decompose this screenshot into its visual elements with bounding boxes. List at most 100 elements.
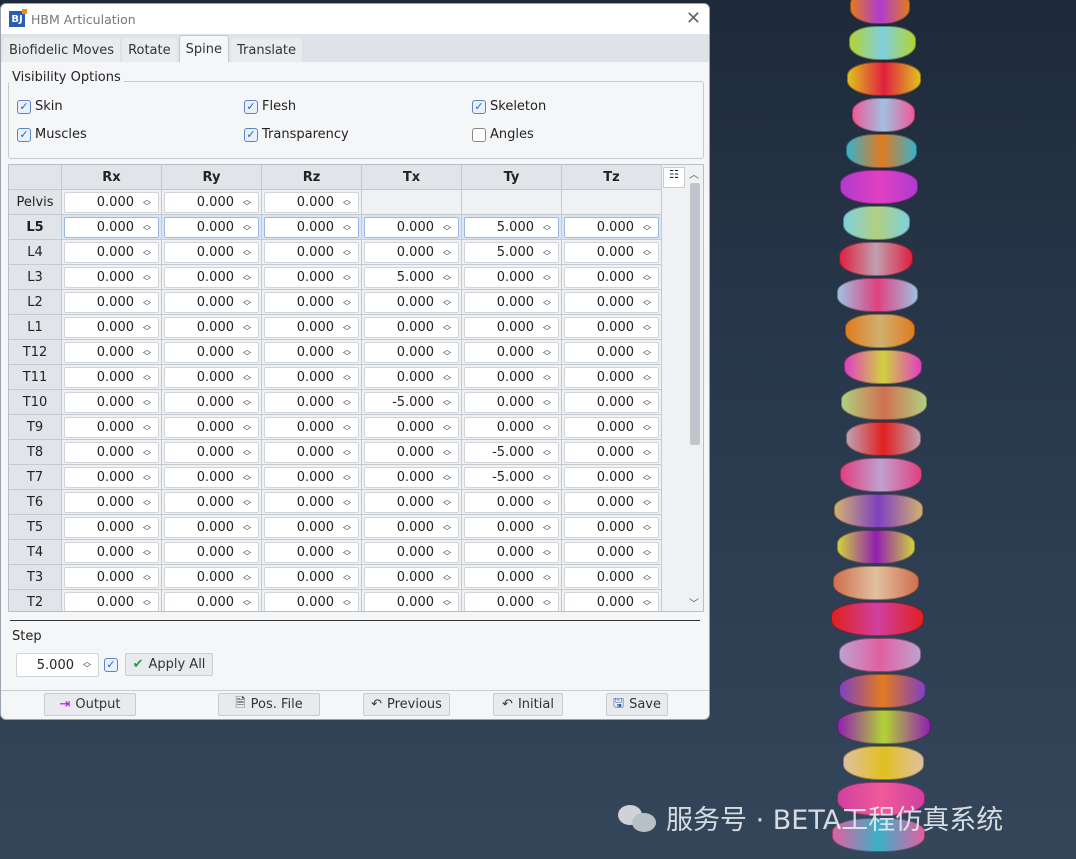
row-header-t11[interactable]: T11: [9, 365, 62, 390]
row-header-l5[interactable]: L5: [9, 215, 62, 240]
value-spinbox[interactable]: 0.000 ︿ ﹀: [264, 567, 359, 588]
value-spinbox[interactable]: 0.000 ︿ ﹀: [564, 217, 659, 238]
value-spinbox[interactable]: 0.000 ︿ ﹀: [364, 342, 459, 363]
spin-arrows-icon[interactable]: ︿ ﹀: [340, 370, 354, 385]
spin-arrows-icon[interactable]: ︿ ﹀: [140, 420, 154, 435]
value-spinbox[interactable]: 0.000 ︿ ﹀: [64, 567, 159, 588]
value-spinbox[interactable]: 0.000 ︿ ﹀: [464, 567, 559, 588]
value-spinbox[interactable]: 0.000 ︿ ﹀: [464, 292, 559, 313]
row-header-l2[interactable]: L2: [9, 290, 62, 315]
value-spinbox[interactable]: 0.000 ︿ ﹀: [264, 217, 359, 238]
value-spinbox[interactable]: 0.000 ︿ ﹀: [564, 392, 659, 413]
value-spinbox[interactable]: 0.000 ︿ ﹀: [564, 517, 659, 538]
value-spinbox[interactable]: 0.000 ︿ ﹀: [164, 567, 259, 588]
row-header-t5[interactable]: T5: [9, 515, 62, 540]
spin-arrows-icon[interactable]: ︿ ﹀: [640, 445, 654, 460]
spin-arrows-icon[interactable]: ︿ ﹀: [640, 495, 654, 510]
spin-arrows-icon[interactable]: ︿ ﹀: [440, 370, 454, 385]
tab-rotate[interactable]: Rotate: [122, 38, 177, 62]
value-spinbox[interactable]: 0.000 ︿ ﹀: [264, 517, 359, 538]
checkbox-muscles[interactable]: ✓ Muscles: [17, 127, 87, 142]
spin-arrows-icon[interactable]: ︿ ﹀: [340, 495, 354, 510]
close-icon[interactable]: ✕: [686, 8, 701, 29]
spin-arrows-icon[interactable]: ︿ ﹀: [240, 470, 254, 485]
spin-arrows-icon[interactable]: ︿ ﹀: [640, 320, 654, 335]
value-spinbox[interactable]: 0.000 ︿ ﹀: [564, 567, 659, 588]
apply-all-button[interactable]: ✔ Apply All: [125, 653, 213, 676]
checkbox-skeleton[interactable]: ✓ Skeleton: [472, 99, 546, 114]
value-spinbox[interactable]: 0.000 ︿ ﹀: [564, 267, 659, 288]
value-spinbox[interactable]: 0.000 ︿ ﹀: [64, 342, 159, 363]
spin-arrows-icon[interactable]: ︿ ﹀: [440, 570, 454, 585]
value-spinbox[interactable]: 0.000 ︿ ﹀: [64, 217, 159, 238]
spin-arrows-icon[interactable]: ︿ ﹀: [240, 495, 254, 510]
spin-arrows-icon[interactable]: ︿ ﹀: [440, 345, 454, 360]
value-spinbox[interactable]: 0.000 ︿ ﹀: [164, 267, 259, 288]
spin-arrows-icon[interactable]: ︿ ﹀: [340, 545, 354, 560]
value-spinbox[interactable]: 0.000 ︿ ﹀: [164, 542, 259, 563]
value-spinbox[interactable]: 0.000 ︿ ﹀: [64, 192, 159, 213]
value-spinbox[interactable]: 0.000 ︿ ﹀: [64, 467, 159, 488]
spin-arrows-icon[interactable]: ︿ ﹀: [440, 520, 454, 535]
spin-arrows-icon[interactable]: ︿ ﹀: [540, 445, 554, 460]
spin-arrows-icon[interactable]: ︿ ﹀: [140, 445, 154, 460]
value-spinbox[interactable]: 0.000 ︿ ﹀: [364, 467, 459, 488]
spin-arrows-icon[interactable]: ︿ ﹀: [140, 370, 154, 385]
checkbox-icon[interactable]: ✓: [17, 127, 31, 142]
value-spinbox[interactable]: 0.000 ︿ ﹀: [164, 367, 259, 388]
tab-spine[interactable]: Spine: [178, 35, 229, 62]
spin-arrows-icon[interactable]: ︿ ﹀: [140, 295, 154, 310]
spin-arrows-icon[interactable]: ︿ ﹀: [440, 395, 454, 410]
spin-arrows-icon[interactable]: ︿ ﹀: [240, 395, 254, 410]
spin-arrows-icon[interactable]: ︿ ﹀: [540, 520, 554, 535]
spin-arrows-icon[interactable]: ︿ ﹀: [340, 345, 354, 360]
row-header-t12[interactable]: T12: [9, 340, 62, 365]
checkbox-angles[interactable]: Angles: [472, 127, 534, 142]
value-spinbox[interactable]: 0.000 ︿ ﹀: [464, 317, 559, 338]
spin-arrows-icon[interactable]: ︿ ﹀: [540, 470, 554, 485]
spin-arrows-icon[interactable]: ︿ ﹀: [240, 595, 254, 610]
row-header-t3[interactable]: T3: [9, 565, 62, 590]
value-spinbox[interactable]: 0.000 ︿ ﹀: [64, 267, 159, 288]
value-spinbox[interactable]: 0.000 ︿ ﹀: [364, 242, 459, 263]
spin-arrows-icon[interactable]: ︿ ﹀: [240, 270, 254, 285]
value-spinbox[interactable]: 0.000 ︿ ﹀: [364, 292, 459, 313]
value-spinbox[interactable]: 0.000 ︿ ﹀: [164, 342, 259, 363]
spin-arrows-icon[interactable]: ︿ ﹀: [240, 570, 254, 585]
row-header-l3[interactable]: L3: [9, 265, 62, 290]
value-spinbox[interactable]: 0.000 ︿ ﹀: [64, 367, 159, 388]
spin-arrows-icon[interactable]: ︿ ﹀: [640, 395, 654, 410]
value-spinbox[interactable]: 0.000 ︿ ﹀: [64, 542, 159, 563]
value-spinbox[interactable]: 0.000 ︿ ﹀: [164, 292, 259, 313]
value-spinbox[interactable]: 0.000 ︿ ﹀: [464, 342, 559, 363]
checkbox-icon[interactable]: ✓: [244, 127, 258, 142]
value-spinbox[interactable]: 0.000 ︿ ﹀: [364, 492, 459, 513]
row-header-t9[interactable]: T9: [9, 415, 62, 440]
spin-arrows-icon[interactable]: ︿ ﹀: [240, 320, 254, 335]
column-header-tz[interactable]: Tz: [562, 165, 662, 190]
spin-arrows-icon[interactable]: ︿ ﹀: [440, 220, 454, 235]
spin-arrows-icon[interactable]: ︿ ﹀: [640, 220, 654, 235]
row-header-t6[interactable]: T6: [9, 490, 62, 515]
value-spinbox[interactable]: 0.000 ︿ ﹀: [564, 417, 659, 438]
spin-arrows-icon[interactable]: ︿ ﹀: [240, 295, 254, 310]
spin-arrows-icon[interactable]: ︿ ﹀: [640, 545, 654, 560]
step-checkbox[interactable]: ✓: [104, 658, 118, 672]
spin-arrows-icon[interactable]: ︿ ﹀: [540, 320, 554, 335]
checkbox-icon[interactable]: [472, 127, 486, 142]
value-spinbox[interactable]: 5.000 ︿ ﹀: [364, 267, 459, 288]
spin-arrows-icon[interactable]: ︿ ﹀: [140, 570, 154, 585]
row-header-t7[interactable]: T7: [9, 465, 62, 490]
spin-arrows-icon[interactable]: ︿ ﹀: [240, 370, 254, 385]
spin-arrows-icon[interactable]: ︿ ﹀: [440, 295, 454, 310]
value-spinbox[interactable]: 0.000 ︿ ﹀: [464, 267, 559, 288]
checkbox-flesh[interactable]: ✓ Flesh: [244, 99, 296, 114]
value-spinbox[interactable]: 0.000 ︿ ﹀: [164, 492, 259, 513]
value-spinbox[interactable]: 0.000 ︿ ﹀: [64, 517, 159, 538]
save-button[interactable]: 🖫 Save: [606, 693, 668, 716]
value-spinbox[interactable]: -5.000 ︿ ﹀: [464, 442, 559, 463]
value-spinbox[interactable]: 0.000 ︿ ﹀: [64, 392, 159, 413]
value-spinbox[interactable]: 0.000 ︿ ﹀: [64, 242, 159, 263]
spin-arrows-icon[interactable]: ︿ ﹀: [340, 220, 354, 235]
value-spinbox[interactable]: 0.000 ︿ ﹀: [564, 242, 659, 263]
